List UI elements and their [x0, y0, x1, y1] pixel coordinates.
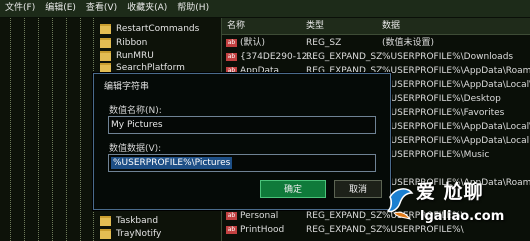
folder-icon: [100, 50, 111, 61]
edit-string-dialog: 编辑字符串 数值名称(N): My Pictures 数值数据(V): %USE…: [93, 73, 391, 210]
value-name: (默认): [240, 38, 266, 48]
menu-favorites[interactable]: 收藏夹(A): [122, 0, 172, 17]
column-header-name[interactable]: 名称: [227, 18, 245, 34]
tree-guide-line: [80, 18, 81, 241]
table-row[interactable]: ab (默认) REG_SZ (数值未设置): [222, 37, 530, 50]
value-type: REG_EXPAND_SZ: [306, 225, 383, 235]
value-data-field[interactable]: %USERPROFILE%\Pictures: [108, 154, 376, 172]
list-header: 名称 类型 数据: [222, 18, 530, 35]
folder-icon: [100, 62, 111, 73]
tree-guide-line: [10, 18, 11, 241]
watermark: 爱 尬聊 lgaliao.com: [386, 175, 526, 237]
bird-logo-icon: [386, 188, 414, 220]
folder-icon: [100, 23, 111, 34]
tree-item-label: TrayNotify: [116, 228, 162, 239]
tree-item[interactable]: Ribbon: [100, 36, 147, 49]
column-header-type[interactable]: 类型: [306, 18, 324, 34]
value-type: REG_SZ: [306, 38, 342, 48]
tree-item-label: Taskband: [116, 215, 159, 226]
tree-guide-line: [24, 18, 25, 241]
value-data: %USERPROFILE%\AppData\Local: [382, 136, 530, 146]
tree-guide-line: [66, 18, 67, 241]
value-name-cell: ab PrintHood: [226, 224, 284, 237]
value-data: %USERPROFILE%\Desktop: [382, 94, 501, 104]
tree-guide-line: [38, 18, 39, 241]
string-value-icon: ab: [226, 52, 237, 61]
string-value-icon: ab: [226, 38, 237, 47]
value-name: Personal: [240, 211, 279, 221]
menu-bar: 文件(F) 编辑(E) 查看(V) 收藏夹(A) 帮助(H): [0, 0, 530, 18]
value-name-field-text: My Pictures: [111, 120, 163, 130]
value-data: %USERPROFILE%\Downloads: [382, 52, 514, 62]
value-data: %USERPROFILE%\AppData\Local\Micro: [382, 80, 530, 90]
value-type: REG_EXPAND_SZ: [306, 52, 383, 62]
value-data: %USERPROFILE%\AppData\Roaming: [382, 66, 530, 76]
tree-item[interactable]: TrayNotify: [100, 227, 161, 240]
tree-guide-line: [52, 18, 53, 241]
tree-item[interactable]: RestartCommands: [100, 22, 199, 35]
menu-help[interactable]: 帮助(H): [172, 0, 214, 17]
value-name-field[interactable]: My Pictures: [108, 116, 376, 134]
string-value-icon: ab: [226, 211, 237, 220]
menu-edit[interactable]: 编辑(E): [40, 0, 81, 17]
value-data: (数值未设置): [382, 38, 435, 48]
value-name-cell: ab Personal: [226, 210, 278, 223]
value-name-label: 数值名称(N):: [109, 106, 162, 116]
ok-button[interactable]: 确定: [260, 180, 326, 198]
string-value-icon: ab: [226, 225, 237, 234]
value-data-label: 数值数据(V):: [109, 144, 162, 154]
value-data-field-text: %USERPROFILE%\Pictures: [111, 157, 233, 169]
value-name: PrintHood: [240, 225, 285, 235]
menu-view[interactable]: 查看(V): [81, 0, 122, 17]
value-name-cell: ab (默认): [226, 37, 265, 50]
tree-item-label: Ribbon: [116, 37, 148, 48]
table-row[interactable]: ab {374DE290-12... REG_EXPAND_SZ %USERPRO…: [222, 51, 530, 64]
tree-item[interactable]: Taskband: [100, 214, 158, 227]
value-data: %USERPROFILE%\Favorites: [382, 108, 505, 118]
value-type: REG_EXPAND_SZ: [306, 211, 383, 221]
folder-icon: [100, 37, 111, 48]
watermark-text: 爱 尬聊: [416, 181, 484, 203]
folder-icon: [100, 228, 111, 239]
dialog-title: 编辑字符串: [104, 82, 150, 92]
value-data: %USERPROFILE%\AppData\Local\Micro: [382, 122, 530, 132]
tree-item-label: RestartCommands: [116, 23, 200, 34]
column-header-data[interactable]: 数据: [382, 18, 400, 34]
cancel-button[interactable]: 取消: [334, 180, 382, 198]
watermark-url: lgaliao.com: [420, 209, 505, 224]
value-name-cell: ab {374DE290-12...: [226, 51, 316, 64]
folder-icon: [100, 215, 111, 226]
menu-file[interactable]: 文件(F): [0, 0, 40, 17]
tree-item-label: SearchPlatform: [116, 62, 185, 73]
tree-item-label: RunMRU: [116, 50, 154, 61]
value-name: {374DE290-12...: [240, 52, 316, 62]
value-data: %USERPROFILE%\Music: [382, 150, 490, 160]
